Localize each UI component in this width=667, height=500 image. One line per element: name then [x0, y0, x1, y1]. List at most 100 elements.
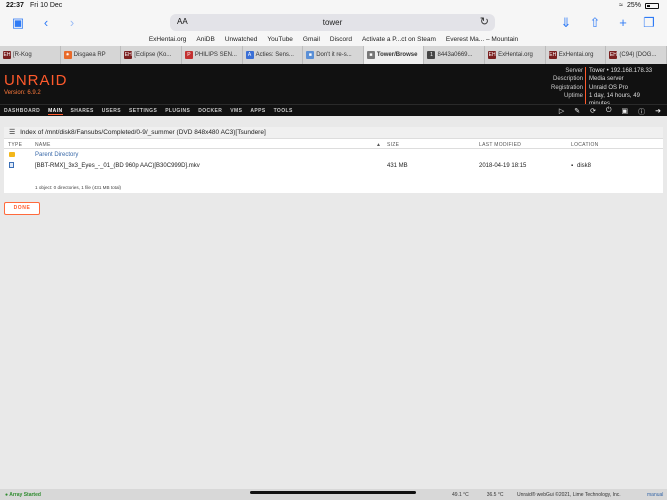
unraid-logo[interactable]: UNRAID	[4, 72, 68, 89]
browser-tab[interactable]: ■ Tower/Browse	[363, 46, 425, 64]
reboot-icon[interactable]: ⟳	[590, 107, 596, 117]
board-temp: 36.5 °C	[486, 492, 504, 498]
sort-up-icon[interactable]: ▲	[376, 142, 381, 148]
back-icon[interactable]: ‹	[38, 15, 54, 31]
browser-tab[interactable]: P PHILIPS SEN...	[182, 46, 243, 64]
status-date: Fri 10 Dec	[30, 2, 63, 9]
file-browser-panel: ☰ Index of /mnt/disk8/Fansubs/Completed/…	[4, 127, 663, 193]
nav-item-docker[interactable]: DOCKER	[198, 108, 222, 115]
server-info: Server Tower • 192.168.178.33 Description…	[537, 67, 661, 109]
reload-icon[interactable]: ↻	[480, 15, 489, 28]
version-label[interactable]: Version: 6.9.2	[4, 90, 41, 96]
server-info-row: Server Tower • 192.168.178.33	[537, 67, 661, 76]
tab-label: (C94) [DOG...	[619, 52, 657, 58]
file-size: 431 MB	[387, 163, 408, 169]
tab-label: Don't it re-s...	[316, 52, 352, 58]
favorite-link[interactable]: ExHentai.org	[149, 34, 187, 46]
address-bar[interactable]: AA tower ↻	[170, 14, 495, 31]
cpu-temp: 49.1 °C	[452, 492, 469, 498]
tab-label: ExHentai.org	[498, 52, 533, 58]
column-size[interactable]: SIZE	[387, 142, 399, 148]
tab-favicon-icon: 1	[427, 51, 436, 59]
nav-item-apps[interactable]: APPS	[250, 108, 265, 115]
disk-icon: ▪	[571, 163, 574, 169]
column-location[interactable]: LOCATION	[571, 142, 599, 148]
browser-title-bar: ☰ Index of /mnt/disk8/Fansubs/Completed/…	[4, 127, 663, 139]
favorite-link[interactable]: Gmail	[303, 34, 320, 46]
browser-tab[interactable]: 1 8443a0669...	[424, 46, 486, 64]
browser-tab-bar: EH [R-Kog ✷ Disgaea RP EH [Eclipse (Ko... P PHI…	[0, 46, 667, 64]
file-name[interactable]: [BBT-RMX]_3x3_Eyes_-_01_(BD 960p AAC)[B3…	[35, 163, 200, 169]
nav-items: DASHBOARD MAIN SHARES USERS SETTINGS PLUGINS D…	[4, 108, 293, 115]
tab-favicon-icon: A	[245, 51, 254, 59]
column-name[interactable]: NAME	[35, 142, 51, 148]
done-button[interactable]: DONE	[4, 202, 40, 215]
server-info-row: Registration Unraid OS Pro	[537, 83, 661, 92]
folder-up-icon	[9, 152, 15, 157]
tab-favicon-icon: ■	[366, 51, 375, 59]
browser-tab[interactable]: EH [Eclipse (Ko...	[121, 46, 182, 64]
info-icon[interactable]: ⓘ	[638, 107, 645, 117]
ios-status-bar: 22:37 Fri 10 Dec ≈ 25%	[0, 0, 667, 12]
share-icon[interactable]: ⇧	[587, 15, 603, 31]
nav-item-plugins[interactable]: PLUGINS	[165, 108, 190, 115]
unraid-header: UNRAID Version: 6.9.2 Server Tower • 192.…	[0, 64, 667, 109]
favorite-link[interactable]: Unwatched	[225, 34, 258, 46]
table-row[interactable]: [BBT-RMX]_3x3_Eyes_-_01_(BD 960p AAC)[B3…	[4, 160, 663, 171]
browser-summary: 1 object: 0 directories, 1 file (431 MB …	[35, 185, 122, 190]
browser-tab[interactable]: EH ExHentai.org	[546, 46, 607, 64]
tab-favicon-icon: EH	[548, 51, 557, 59]
nav-icons: ▷ ✎ ⟳ ⏻ ▣ ⓘ ➜	[559, 107, 661, 117]
nav-item-main[interactable]: MAIN	[48, 108, 63, 115]
browser-tab[interactable]: EH (C94) [DOG...	[606, 46, 667, 64]
column-type[interactable]: TYPE	[8, 142, 22, 148]
main-nav: DASHBOARD MAIN SHARES USERS SETTINGS PLUGINS D…	[0, 104, 667, 116]
browser-title: Index of /mnt/disk8/Fansubs/Completed/0-…	[20, 129, 266, 136]
parent-directory-link[interactable]: Parent Directory	[35, 152, 78, 158]
favorite-link[interactable]: Activate a P...ct on Steam	[362, 34, 436, 46]
nav-item-settings[interactable]: SETTINGS	[129, 108, 157, 115]
nav-item-users[interactable]: USERS	[102, 108, 121, 115]
nav-item-shares[interactable]: SHARES	[71, 108, 94, 115]
address-host[interactable]: tower	[170, 18, 495, 27]
column-modified[interactable]: LAST MODIFIED	[479, 142, 521, 148]
table-row[interactable]: Parent Directory	[4, 149, 663, 160]
nav-item-tools[interactable]: TOOLS	[274, 108, 293, 115]
tab-favicon-icon: ■	[306, 51, 315, 59]
video-file-icon	[9, 162, 14, 168]
copyright: Unraid® webGui ©2021, Lime Technology, I…	[517, 492, 621, 498]
feedback-icon[interactable]: ✎	[574, 107, 580, 117]
shutdown-icon[interactable]: ⏻	[606, 107, 612, 117]
tab-label: [R-Kog	[13, 52, 32, 58]
nav-item-vms[interactable]: VMS	[230, 108, 242, 115]
favorite-link[interactable]: Everest Ma... – Mountain	[446, 34, 518, 46]
browser-tab[interactable]: EH [R-Kog	[0, 46, 61, 64]
favorite-link[interactable]: Discord	[330, 34, 352, 46]
tab-label: ExHentai.org	[558, 52, 594, 58]
monitor-icon[interactable]: ▣	[622, 107, 629, 117]
browser-tab[interactable]: ✷ Disgaea RP	[61, 46, 122, 64]
tab-favicon-icon: EH	[609, 51, 618, 59]
tab-overview-icon[interactable]: ❐	[641, 15, 657, 31]
safari-toolbar: ▣ ‹ › AA tower ↻ ⇓ ⇧ + ❐	[0, 12, 667, 34]
battery-icon	[645, 2, 659, 9]
temperature-readouts: 49.1 °C 36.5 °C	[452, 492, 503, 498]
server-info-row: Description Media server	[537, 75, 661, 84]
browser-tab[interactable]: ■ Don't it re-s...	[303, 46, 364, 64]
download-icon[interactable]: ⇓	[558, 15, 574, 31]
forward-icon[interactable]: ›	[64, 15, 80, 31]
terminal-icon[interactable]: ▷	[559, 107, 564, 117]
new-tab-icon[interactable]: +	[615, 15, 631, 31]
manual-link[interactable]: manual	[647, 492, 663, 498]
favorite-link[interactable]: AniDB	[196, 34, 214, 46]
tab-label: PHILIPS SEN...	[194, 52, 237, 58]
browser-tab[interactable]: EH ExHentai.org	[485, 46, 546, 64]
browser-tab[interactable]: A Acties: Sens...	[243, 46, 304, 64]
sidebar-toggle-icon[interactable]: ▣	[10, 15, 26, 31]
favorites-bar: ExHentai.org AniDB Unwatched YouTube Gma…	[0, 34, 667, 46]
logout-icon[interactable]: ➜	[655, 107, 661, 117]
favorite-link[interactable]: YouTube	[267, 34, 293, 46]
nav-item-dashboard[interactable]: DASHBOARD	[4, 108, 40, 115]
list-icon: ☰	[9, 129, 16, 136]
home-indicator[interactable]	[250, 491, 416, 494]
